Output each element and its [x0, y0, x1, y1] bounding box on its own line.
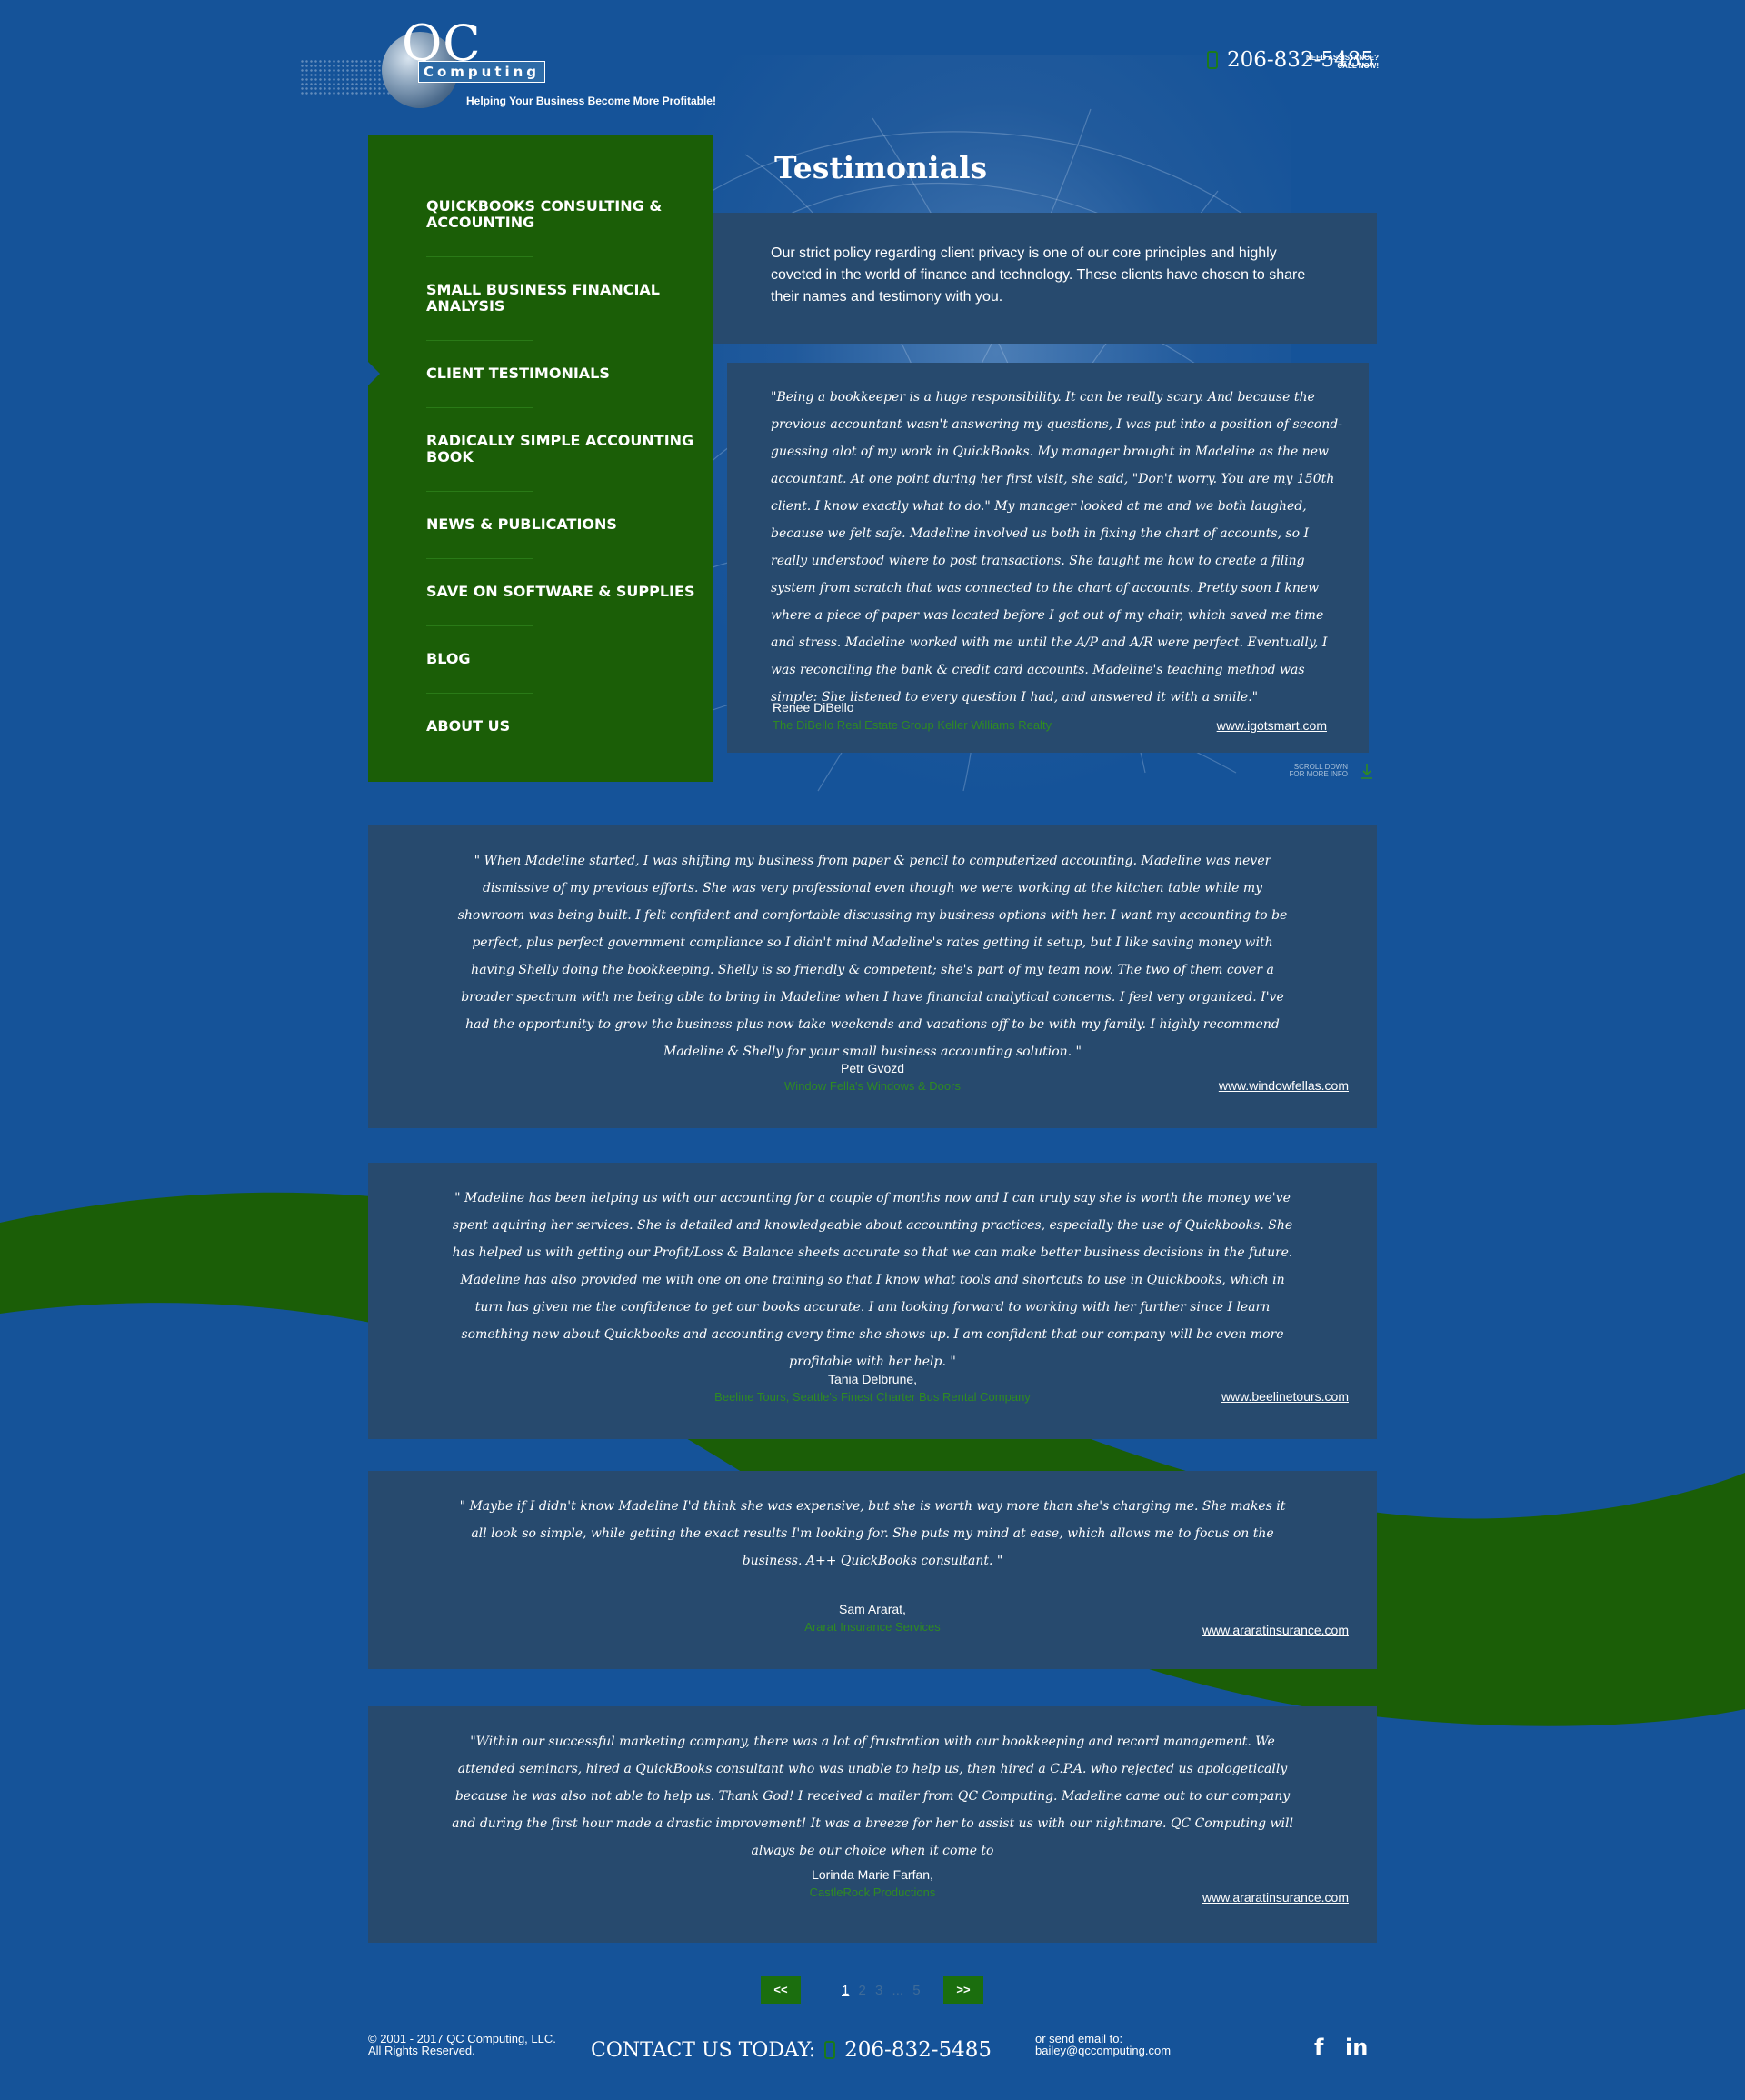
page-title: Testimonials: [774, 150, 988, 185]
header-phone-number[interactable]: 206-832-5485: [1227, 48, 1374, 72]
logo[interactable]: QC Computing Helping Your Business Becom…: [300, 19, 727, 123]
testimonial-company: The DiBello Real Estate Group Keller Wil…: [773, 718, 1052, 732]
pagination-page-3[interactable]: 3: [875, 1983, 882, 1998]
sidebar-item-quickbooks-consulting[interactable]: QUICKBOOKS CONSULTING & ACCOUNTING: [426, 198, 699, 231]
testimonial-quote: "Within our successful marketing company…: [452, 1735, 1293, 1858]
nav-divider: [426, 491, 533, 492]
testimonial-author: Sam Ararat,: [839, 1602, 906, 1616]
pagination-next-button[interactable]: >>: [943, 1976, 983, 2004]
testimonial-website-link[interactable]: www.araratinsurance.com: [1202, 1890, 1349, 1905]
testimonial-author: Renee DiBello: [773, 700, 854, 715]
scroll-hint: SCROLL DOWN FOR MORE INFO: [1277, 764, 1348, 778]
logo-word-box: Computing: [418, 61, 545, 83]
testimonial-card: " Madeline has been helping us with our …: [368, 1163, 1377, 1439]
footer-contact: CONTACT US TODAY: 206-832-5485: [591, 2038, 992, 2062]
copyright: © 2001 - 2017 QC Computing, LLC. All Rig…: [368, 2033, 556, 2056]
header-phone[interactable]: 206-832-5485: [1207, 48, 1374, 72]
facebook-icon[interactable]: f: [1314, 2035, 1323, 2060]
pagination-prev-button[interactable]: <<: [761, 1976, 801, 2004]
nav-divider: [426, 407, 533, 408]
testimonial-card: " Maybe if I didn't know Madeline I'd th…: [368, 1471, 1377, 1669]
sidebar-item-software-supplies[interactable]: SAVE ON SOFTWARE & SUPPLIES: [426, 584, 699, 600]
nav-divider: [426, 558, 533, 559]
sidebar-item-blog[interactable]: BLOG: [426, 651, 699, 667]
testimonial-website-link[interactable]: www.igotsmart.com: [1217, 718, 1327, 733]
logo-word: Computing: [423, 64, 541, 80]
sidebar-item-accounting-book[interactable]: RADICALLY SIMPLE ACCOUNTING BOOK: [426, 433, 699, 465]
scroll-down-icon[interactable]: [1361, 762, 1373, 780]
phone-icon: [824, 2041, 836, 2059]
pagination-page-5[interactable]: 5: [912, 1983, 920, 1998]
intro-text: Our strict policy regarding client priva…: [771, 245, 1306, 305]
testimonial-quote: " Madeline has been helping us with our …: [452, 1191, 1293, 1369]
nav-divider: [426, 693, 533, 694]
testimonial-card: "Being a bookkeeper is a huge responsibi…: [727, 363, 1369, 753]
sidebar-item-client-testimonials[interactable]: CLIENT TESTIMONIALS: [426, 365, 699, 382]
testimonial-card: " When Madeline started, I was shifting …: [368, 825, 1377, 1128]
testimonial-author: Lorinda Marie Farfan,: [812, 1867, 933, 1882]
testimonial-quote: " Maybe if I didn't know Madeline I'd th…: [459, 1499, 1286, 1568]
pagination-page-1[interactable]: 1: [842, 1983, 849, 1998]
copyright-line-2: All Rights Reserved.: [368, 2044, 475, 2057]
contact-label: CONTACT US TODAY:: [591, 2038, 816, 2062]
testimonial-author: Petr Gvozd: [840, 1061, 905, 1075]
logo-tagline: Helping Your Business Become More Profit…: [466, 95, 716, 107]
nav-divider: [426, 625, 533, 626]
testimonial-quote: "Being a bookkeeper is a huge responsibi…: [771, 390, 1342, 705]
nav-divider: [426, 340, 533, 341]
phone-icon: [1207, 51, 1218, 69]
sidebar-item-financial-analysis[interactable]: SMALL BUSINESS FINANCIAL ANALYSIS: [426, 282, 699, 315]
active-indicator-icon: [367, 361, 380, 386]
intro-box: Our strict policy regarding client priva…: [713, 213, 1377, 344]
footer-email: or send email to: bailey@qccomputing.com: [1035, 2033, 1171, 2056]
pagination-page-2[interactable]: 2: [859, 1983, 866, 1998]
email-address[interactable]: bailey@qccomputing.com: [1035, 2045, 1171, 2056]
sidebar-item-about-us[interactable]: ABOUT US: [426, 718, 699, 735]
scroll-hint-line-2: FOR MORE INFO: [1289, 770, 1348, 778]
pagination-pages: 1 2 3 ... 5: [842, 1983, 926, 1998]
logo-binary-pattern: [300, 59, 391, 95]
testimonial-website-link[interactable]: www.windowfellas.com: [1219, 1078, 1349, 1093]
sidebar-item-news-publications[interactable]: NEWS & PUBLICATIONS: [426, 516, 699, 533]
testimonial-author: Tania Delbrune,: [827, 1372, 918, 1386]
footer-phone-number[interactable]: 206-832-5485: [844, 2038, 992, 2062]
pagination-ellipsis: ...: [892, 1983, 904, 1998]
linkedin-icon[interactable]: in: [1345, 2035, 1368, 2060]
testimonial-quote: " When Madeline started, I was shifting …: [457, 854, 1288, 1059]
testimonial-website-link[interactable]: www.araratinsurance.com: [1202, 1623, 1349, 1637]
testimonial-website-link[interactable]: www.beelinetours.com: [1222, 1389, 1349, 1404]
sidebar-nav: QUICKBOOKS CONSULTING & ACCOUNTING SMALL…: [367, 135, 713, 782]
testimonial-card: "Within our successful marketing company…: [368, 1706, 1377, 1943]
nav-divider: [426, 256, 533, 257]
